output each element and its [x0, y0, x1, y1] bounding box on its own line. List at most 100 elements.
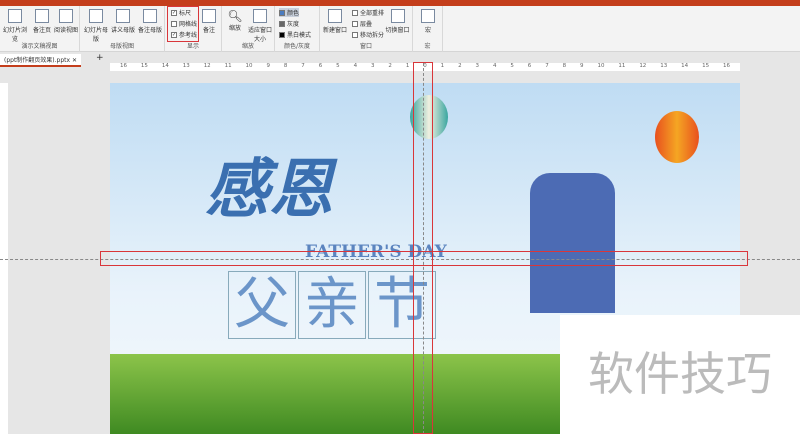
- label: 备注母版: [137, 27, 162, 34]
- group-label: 显示: [186, 43, 199, 50]
- label: 层叠: [360, 21, 373, 28]
- title-char: 父: [228, 271, 296, 339]
- label: 全部重排: [360, 10, 385, 17]
- ruler-tick: 3: [475, 63, 480, 69]
- slide-sorter-button[interactable]: 幻灯片浏览: [2, 9, 28, 43]
- ruler-tick: 8: [283, 63, 288, 69]
- bw-icon: [279, 31, 285, 38]
- ruler-tick: 8: [562, 63, 567, 69]
- label: 阅读视图: [53, 27, 78, 34]
- ruler-tick: 12: [639, 63, 647, 69]
- ruler-tick: 16: [723, 63, 730, 69]
- group-macros: 宏 宏: [413, 6, 443, 52]
- black-white-button[interactable]: 黑白模式: [279, 30, 311, 39]
- macros-button[interactable]: 宏: [415, 9, 441, 34]
- ruler-tick: 13: [660, 63, 668, 69]
- ruler-tick: 1: [440, 63, 445, 69]
- ruler-tick: 7: [545, 63, 549, 69]
- label: 移动拆分: [360, 32, 385, 39]
- ruler-tick: 16: [120, 63, 127, 69]
- ruler-tick: 9: [580, 63, 584, 69]
- ruler-tick: 12: [203, 63, 211, 69]
- slide-title: 感恩: [205, 152, 333, 227]
- highlight-box: [100, 251, 748, 266]
- label: 切换窗口: [385, 27, 410, 34]
- label: 颜色: [287, 10, 300, 17]
- title-char: 亲: [298, 271, 366, 339]
- label: 宏: [424, 27, 431, 34]
- reading-view-button[interactable]: 阅读视图: [53, 9, 79, 34]
- document-tab[interactable]: (ppt制作翻页效果).pptx ✕: [0, 54, 82, 67]
- group-label: 窗口: [359, 43, 372, 50]
- arrange-all-button[interactable]: 全部重排: [352, 8, 384, 17]
- ruler-tick: 15: [702, 63, 710, 69]
- label: 备注: [202, 27, 215, 34]
- grayscale-icon: [279, 20, 285, 27]
- split-icon: [352, 31, 358, 38]
- cascade-icon: [352, 20, 358, 27]
- new-tab-button[interactable]: +: [96, 53, 104, 63]
- ruler-tick: 6: [318, 63, 323, 69]
- ruler-tick: 11: [224, 63, 232, 69]
- tab-label: (ppt制作翻页效果).pptx: [4, 57, 71, 64]
- search-icon: 🔍︎: [227, 9, 243, 23]
- move-split-button[interactable]: 移动拆分: [352, 30, 384, 39]
- label: 缩放: [228, 25, 241, 32]
- group-color: 颜色 灰度 黑白模式 颜色/灰度: [275, 6, 320, 52]
- notes-button[interactable]: 备注: [198, 9, 220, 34]
- ruler-tick: 14: [681, 63, 689, 69]
- ruler-tick: 6: [527, 63, 532, 69]
- ruler-tick: 11: [618, 63, 626, 69]
- cascade-button[interactable]: 层叠: [352, 19, 372, 28]
- ribbon: 幻灯片浏览 备注页 阅读视图 演示文稿视图 幻灯片母版 讲义母版 备注母版 母版…: [0, 6, 800, 52]
- grayscale-button[interactable]: 灰度: [279, 19, 299, 28]
- slide-master-button[interactable]: 幻灯片母版: [83, 9, 109, 43]
- group-label: 缩放: [241, 43, 254, 50]
- new-window-button[interactable]: 新建窗口: [322, 9, 348, 34]
- ruler-tick: 3: [370, 63, 375, 69]
- switch-window-button[interactable]: 切换窗口: [384, 9, 411, 34]
- group-label: 颜色/灰度: [283, 43, 311, 50]
- color-icon: [279, 9, 285, 16]
- group-label: 演示文稿视图: [21, 43, 58, 50]
- label: 黑白模式: [287, 32, 312, 39]
- label: 新建窗口: [322, 27, 347, 34]
- notes-page-button[interactable]: 备注页: [29, 9, 55, 34]
- notes-master-button[interactable]: 备注母版: [137, 9, 163, 34]
- group-label: 宏: [424, 43, 431, 50]
- ruler-tick: 14: [161, 63, 169, 69]
- ruler-tick: 5: [510, 63, 514, 69]
- ruler-tick: 2: [458, 63, 462, 69]
- ruler-tick: 2: [388, 63, 392, 69]
- highlight-box: [413, 62, 433, 434]
- group-presentation-views: 幻灯片浏览 备注页 阅读视图 演示文稿视图: [0, 6, 80, 52]
- balloon-image: [655, 111, 699, 163]
- father-figure: [530, 173, 615, 313]
- group-master-views: 幻灯片母版 讲义母版 备注母版 母版视图: [80, 6, 165, 52]
- group-window: 新建窗口 全部重排 层叠 移动拆分 切换窗口 窗口: [320, 6, 413, 52]
- ruler-tick: 10: [245, 63, 253, 69]
- ruler-tick: 15: [140, 63, 148, 69]
- arrange-icon: [352, 9, 358, 16]
- group-zoom: 🔍︎ 缩放 适应窗口大小 缩放: [222, 6, 275, 52]
- group-label: 母版视图: [109, 43, 134, 50]
- ruler-tick: 5: [336, 63, 340, 69]
- zoom-button[interactable]: 🔍︎ 缩放: [224, 9, 246, 32]
- label: 讲义母版: [110, 27, 135, 34]
- watermark: 软件技巧: [560, 315, 800, 434]
- ruler-tick: 1: [405, 63, 410, 69]
- ruler-tick: 4: [492, 63, 497, 69]
- label: 灰度: [287, 21, 300, 28]
- fit-window-button[interactable]: 适应窗口大小: [246, 9, 274, 43]
- ruler-tick: 4: [353, 63, 358, 69]
- ruler-tick: 9: [266, 63, 270, 69]
- title-characters: 父 亲 节: [228, 271, 436, 339]
- handout-master-button[interactable]: 讲义母版: [110, 9, 136, 34]
- ruler-tick: 7: [301, 63, 305, 69]
- label: 备注页: [32, 27, 51, 34]
- ruler-tick: 13: [182, 63, 190, 69]
- ruler-tick: 10: [597, 63, 605, 69]
- color-button[interactable]: 颜色: [279, 8, 300, 17]
- highlight-box: [167, 6, 199, 42]
- close-icon[interactable]: ✕: [72, 57, 77, 64]
